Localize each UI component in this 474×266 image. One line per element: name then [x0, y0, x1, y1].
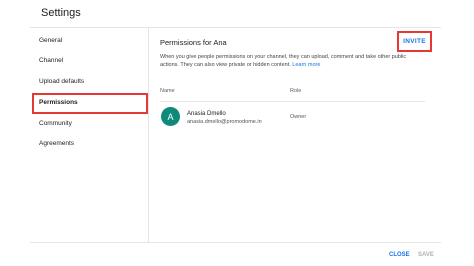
sidebar-item-general[interactable]: General	[39, 37, 62, 45]
column-header-name: Name	[160, 88, 175, 94]
invite-button[interactable]: INVITE	[403, 38, 426, 45]
user-role: Owner	[290, 114, 307, 120]
permissions-description: When you give people permissions on your…	[160, 53, 418, 69]
sidebar-item-channel[interactable]: Channel	[39, 57, 63, 65]
column-header-role: Role	[290, 88, 302, 94]
page-title: Settings	[41, 7, 81, 19]
settings-sidebar: General Channel Upload defaults Permissi…	[30, 28, 149, 242]
footer-divider	[30, 242, 441, 243]
user-email: anasia.dmello@promodome.in	[187, 119, 262, 125]
table-divider	[160, 101, 425, 102]
save-button[interactable]: SAVE	[418, 252, 434, 258]
sidebar-item-agreements[interactable]: Agreements	[39, 140, 74, 148]
avatar: A	[161, 107, 180, 126]
permissions-title: Permissions for Ana	[160, 38, 227, 47]
learn-more-link[interactable]: Learn more	[292, 62, 320, 68]
sidebar-item-community[interactable]: Community	[39, 120, 72, 128]
invite-highlight-box: INVITE	[397, 31, 432, 52]
close-button[interactable]: CLOSE	[389, 252, 410, 258]
description-text: When you give people permissions on your…	[160, 54, 407, 68]
permissions-highlight-box	[32, 93, 148, 114]
user-name: Anasia Dmello	[187, 111, 226, 117]
sidebar-item-upload-defaults[interactable]: Upload defaults	[39, 78, 84, 86]
